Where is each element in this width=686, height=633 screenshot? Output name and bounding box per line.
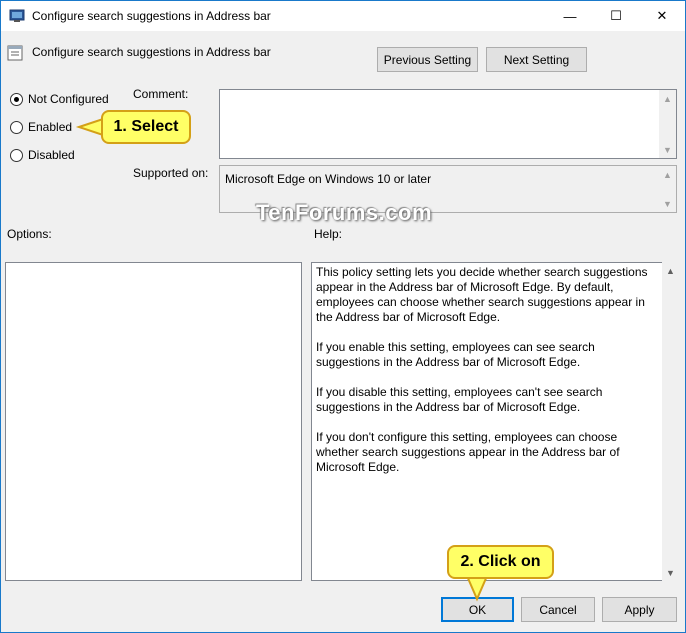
click-callout-pointer	[465, 575, 489, 602]
select-callout-text: 1. Select	[113, 118, 179, 135]
click-callout-text: 2. Click on	[460, 553, 541, 570]
click-callout: 2. Click on	[447, 545, 554, 579]
select-callout-pointer	[75, 117, 104, 137]
select-callout: 1. Select	[101, 110, 191, 144]
callout-pointers	[75, 117, 489, 602]
policy-dialog-window: Configure search suggestions in Address …	[0, 0, 686, 633]
